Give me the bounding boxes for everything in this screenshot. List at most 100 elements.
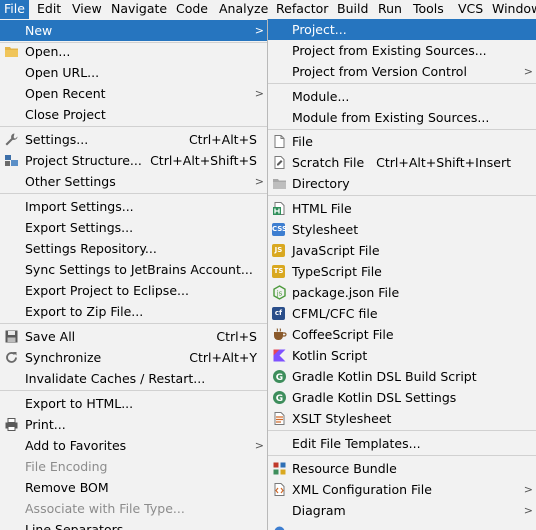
edit-file-templates-menu-item[interactable]: Edit File Templates...	[268, 433, 536, 454]
cfml-file-menu-item[interactable]: cf CFML/CFC file	[268, 303, 536, 324]
menu-file[interactable]: File	[0, 0, 29, 19]
partial-item-icon	[272, 524, 287, 530]
export-zip-menu-item[interactable]: Export to Zip File...	[0, 301, 267, 322]
new-project-menu-item[interactable]: Project...	[268, 19, 536, 40]
menu-vcs[interactable]: VCS	[454, 0, 487, 19]
menu-code[interactable]: Code	[172, 0, 212, 19]
separator	[0, 193, 267, 194]
xslt-file-icon	[272, 411, 287, 426]
project-structure-menu-item[interactable]: Project Structure... Ctrl+Alt+Shift+S	[0, 150, 267, 171]
print-menu-item[interactable]: Print...	[0, 414, 267, 435]
typescript-icon: TS	[272, 265, 285, 278]
stylesheet-menu-item[interactable]: CSS Stylesheet	[268, 219, 536, 240]
menu-run[interactable]: Run	[374, 0, 406, 19]
synchronize-menu-item[interactable]: Synchronize Ctrl+Alt+Y	[0, 347, 267, 368]
kotlin-icon	[272, 348, 287, 363]
xslt-stylesheet-menu-item[interactable]: XSLT Stylesheet	[268, 408, 536, 429]
typescript-file-menu-item[interactable]: TS TypeScript File	[268, 261, 536, 282]
settings-repository-menu-item[interactable]: Settings Repository...	[0, 238, 267, 259]
open-url-menu-item[interactable]: Open URL...	[0, 62, 267, 83]
nodejs-icon: js	[272, 285, 287, 300]
gradle-build-script-menu-item[interactable]: G Gradle Kotlin DSL Build Script	[268, 366, 536, 387]
gradle-settings-menu-item[interactable]: G Gradle Kotlin DSL Settings	[268, 387, 536, 408]
new-submenu: Project... Project from Existing Sources…	[267, 19, 536, 530]
import-settings-menu-item[interactable]: Import Settings...	[0, 196, 267, 217]
scratch-file-icon	[272, 155, 287, 170]
other-settings-menu-item[interactable]: Other Settings >	[0, 171, 267, 192]
submenu-arrow-icon: >	[254, 87, 264, 100]
project-existing-sources-menu-item[interactable]: Project from Existing Sources...	[268, 40, 536, 61]
separator	[268, 83, 536, 84]
directory-menu-item[interactable]: Directory	[268, 173, 536, 194]
menu-edit[interactable]: Edit	[33, 0, 65, 19]
scratch-file-menu-item[interactable]: Scratch File Ctrl+Alt+Shift+Insert	[268, 152, 536, 173]
sync-settings-menu-item[interactable]: Sync Settings to JetBrains Account...	[0, 259, 267, 280]
menu-view[interactable]: View	[68, 0, 106, 19]
separator	[268, 430, 536, 431]
coffeescript-file-menu-item[interactable]: CoffeeScript File	[268, 324, 536, 345]
save-all-menu-item[interactable]: Save All Ctrl+S	[0, 326, 267, 347]
diagram-menu-item[interactable]: Diagram >	[268, 500, 536, 521]
add-favorites-menu-item[interactable]: Add to Favorites >	[0, 435, 267, 456]
open-recent-menu-item[interactable]: Open Recent >	[0, 83, 267, 104]
new-module-menu-item[interactable]: Module...	[268, 86, 536, 107]
separator	[0, 323, 267, 324]
wrench-icon	[4, 132, 19, 147]
file-menu: New > Open... Open URL... Open Recent > …	[0, 19, 268, 530]
package-json-menu-item[interactable]: js package.json File	[268, 282, 536, 303]
module-existing-sources-menu-item[interactable]: Module from Existing Sources...	[268, 107, 536, 128]
resource-bundle-menu-item[interactable]: Resource Bundle	[268, 458, 536, 479]
coffee-icon	[272, 327, 287, 342]
kotlin-script-menu-item[interactable]: Kotlin Script	[268, 345, 536, 366]
menu-tools[interactable]: Tools	[409, 0, 448, 19]
menu-refactor[interactable]: Refactor	[272, 0, 332, 19]
menu-window[interactable]: Window	[488, 0, 536, 19]
new-menu-item[interactable]: New >	[0, 20, 267, 41]
cfml-icon: cf	[272, 307, 285, 320]
separator	[268, 195, 536, 196]
submenu-arrow-icon: >	[523, 483, 533, 496]
javascript-file-menu-item[interactable]: JS JavaScript File	[268, 240, 536, 261]
resource-bundle-icon	[272, 461, 287, 476]
javascript-icon: JS	[272, 244, 285, 257]
invalidate-caches-menu-item[interactable]: Invalidate Caches / Restart...	[0, 368, 267, 389]
project-structure-icon	[4, 153, 19, 168]
more-items-partial	[268, 521, 536, 530]
menu-build[interactable]: Build	[333, 0, 372, 19]
open-menu-item[interactable]: Open...	[0, 41, 267, 62]
menu-analyze[interactable]: Analyze	[215, 0, 272, 19]
html-file-menu-item[interactable]: HTML File	[268, 198, 536, 219]
gradle-icon: G	[272, 369, 287, 384]
new-label: New	[25, 23, 53, 38]
printer-icon	[4, 417, 19, 432]
refresh-icon	[4, 350, 19, 365]
associate-file-type-menu-item[interactable]: Associate with File Type...	[0, 498, 267, 519]
export-html-menu-item[interactable]: Export to HTML...	[0, 393, 267, 414]
save-icon	[4, 329, 19, 344]
close-project-menu-item[interactable]: Close Project	[0, 104, 267, 125]
svg-text:js: js	[276, 290, 283, 298]
new-file-menu-item[interactable]: File	[268, 131, 536, 152]
separator	[0, 126, 267, 127]
gradle-icon: G	[272, 390, 287, 405]
remove-bom-menu-item[interactable]: Remove BOM	[0, 477, 267, 498]
project-vcs-menu-item[interactable]: Project from Version Control >	[268, 61, 536, 82]
submenu-arrow-icon: >	[254, 24, 264, 37]
menu-bar: File Edit View Navigate Code Analyze Ref…	[0, 0, 536, 19]
folder-icon	[272, 176, 287, 191]
folder-icon	[4, 44, 19, 59]
submenu-arrow-icon: >	[254, 439, 264, 452]
settings-menu-item[interactable]: Settings... Ctrl+Alt+S	[0, 129, 267, 150]
menu-navigate[interactable]: Navigate	[107, 0, 171, 19]
export-eclipse-menu-item[interactable]: Export Project to Eclipse...	[0, 280, 267, 301]
submenu-arrow-icon: >	[523, 65, 533, 78]
svg-text:G: G	[276, 373, 283, 383]
css-icon: CSS	[272, 223, 287, 236]
file-encoding-menu-item[interactable]: File Encoding	[0, 456, 267, 477]
export-settings-menu-item[interactable]: Export Settings...	[0, 217, 267, 238]
submenu-arrow-icon: >	[523, 504, 533, 517]
html-file-icon	[272, 201, 287, 216]
xml-config-icon	[272, 482, 287, 497]
line-separators-menu-item[interactable]: Line Separators	[0, 519, 267, 530]
xml-configuration-menu-item[interactable]: XML Configuration File >	[268, 479, 536, 500]
